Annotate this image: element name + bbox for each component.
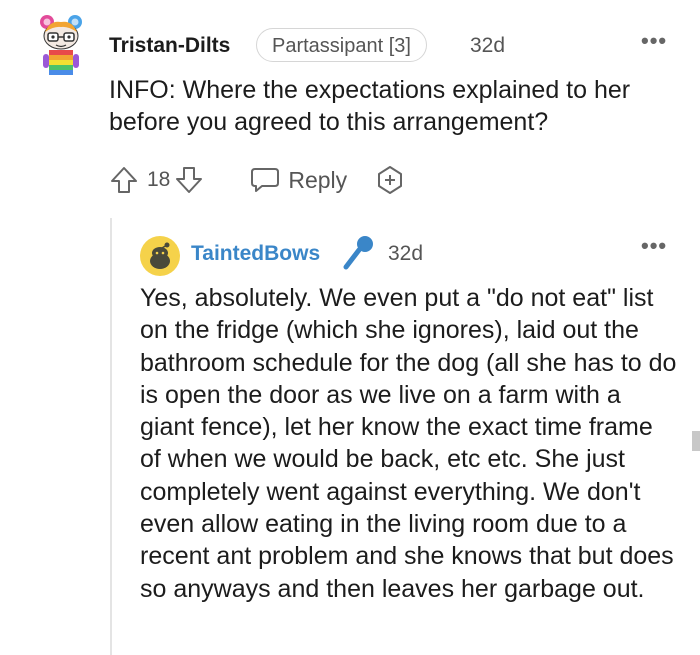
reply-timestamp[interactable]: 32d xyxy=(388,242,423,266)
user-flair-badge: Partassipant [3] xyxy=(256,28,427,62)
award-button[interactable] xyxy=(375,165,405,195)
vote-score: 18 xyxy=(147,168,171,191)
upvote-arrow-icon[interactable] xyxy=(109,165,139,195)
speech-bubble-icon xyxy=(250,166,280,194)
reply-button[interactable]: Reply xyxy=(250,166,347,194)
microphone-icon xyxy=(342,234,376,272)
reply-user-avatar[interactable] xyxy=(140,236,180,276)
comment-timestamp[interactable]: 32d xyxy=(470,34,505,58)
scrollbar-thumb[interactable] xyxy=(692,431,700,451)
reply-username[interactable]: TaintedBows xyxy=(191,242,320,266)
downvote-arrow-icon[interactable] xyxy=(174,165,204,195)
comment-body: INFO: Where the expectations explained t… xyxy=(109,76,631,136)
reply-body: Yes, absolutely. We even put a "do not e… xyxy=(140,284,677,603)
comment-actions: 18 Reply xyxy=(109,164,405,196)
comment-username[interactable]: Tristan-Dilts xyxy=(109,34,230,58)
user-avatar[interactable] xyxy=(38,14,84,78)
more-options-icon[interactable]: ••• xyxy=(641,28,667,54)
award-plus-icon xyxy=(375,165,405,195)
reply-label: Reply xyxy=(288,166,348,193)
reply-more-options-icon[interactable]: ••• xyxy=(641,233,667,259)
thread-line[interactable] xyxy=(110,218,112,655)
